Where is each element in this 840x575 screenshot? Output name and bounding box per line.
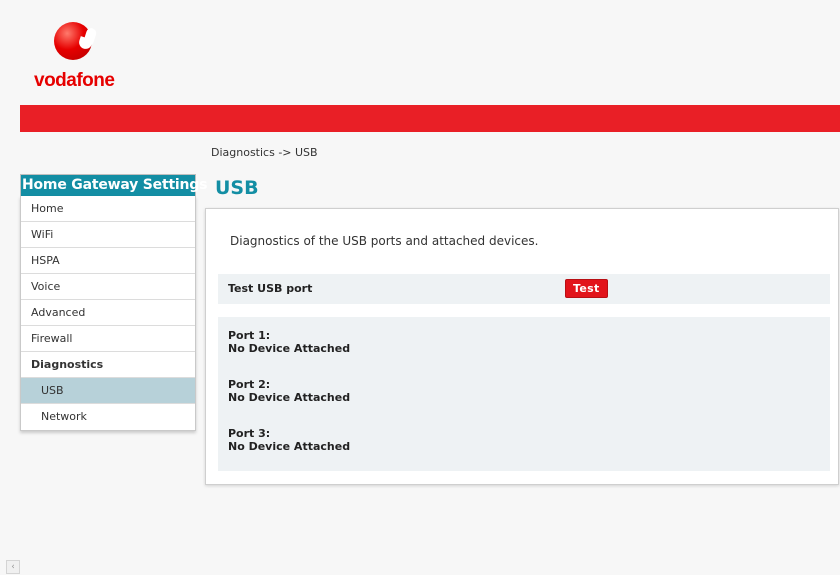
sidebar-title: Home Gateway Settings <box>20 174 207 196</box>
port-item: Port 1: No Device Attached <box>228 329 350 355</box>
port-item: Port 3: No Device Attached <box>228 427 350 453</box>
port-name: Port 1: <box>228 329 271 342</box>
test-usb-row: Test USB port Test <box>218 274 830 304</box>
vodafone-logo: vodafone <box>34 22 136 91</box>
header-bar <box>20 105 840 132</box>
port-status: No Device Attached <box>228 440 351 453</box>
sidebar-item-diagnostics[interactable]: Diagnostics <box>21 352 195 378</box>
vodafone-speechmark-icon <box>54 22 98 60</box>
sidebar-item-network[interactable]: Network <box>21 404 195 430</box>
sidebar-item-voice[interactable]: Voice <box>21 274 195 300</box>
test-usb-label: Test USB port <box>228 282 313 295</box>
port-name: Port 2: <box>228 378 271 391</box>
sidebar-item-wifi[interactable]: WiFi <box>21 222 195 248</box>
test-button[interactable]: Test <box>565 279 608 298</box>
chevron-left-icon[interactable]: ‹ <box>6 560 20 574</box>
usb-panel: Diagnostics of the USB ports and attache… <box>205 208 839 485</box>
sidebar-item-firewall[interactable]: Firewall <box>21 326 195 352</box>
sidebar-item-hspa[interactable]: HSPA <box>21 248 195 274</box>
sidebar-item-advanced[interactable]: Advanced <box>21 300 195 326</box>
page-title: USB <box>215 177 259 199</box>
ports-list: Port 1: No Device Attached Port 2: No De… <box>218 317 830 471</box>
breadcrumb: Diagnostics -> USB <box>211 146 318 159</box>
sidebar: Home Gateway Settings Home WiFi HSPA Voi… <box>20 174 207 431</box>
port-item: Port 2: No Device Attached <box>228 378 350 404</box>
page-description: Diagnostics of the USB ports and attache… <box>230 234 539 248</box>
port-status: No Device Attached <box>228 391 351 404</box>
sidebar-nav: Home WiFi HSPA Voice Advanced Firewall D… <box>20 196 196 431</box>
port-name: Port 3: <box>228 427 271 440</box>
sidebar-item-usb[interactable]: USB <box>21 378 195 404</box>
port-status: No Device Attached <box>228 342 351 355</box>
brand-name: vodafone <box>34 70 115 91</box>
sidebar-item-home[interactable]: Home <box>21 196 195 222</box>
